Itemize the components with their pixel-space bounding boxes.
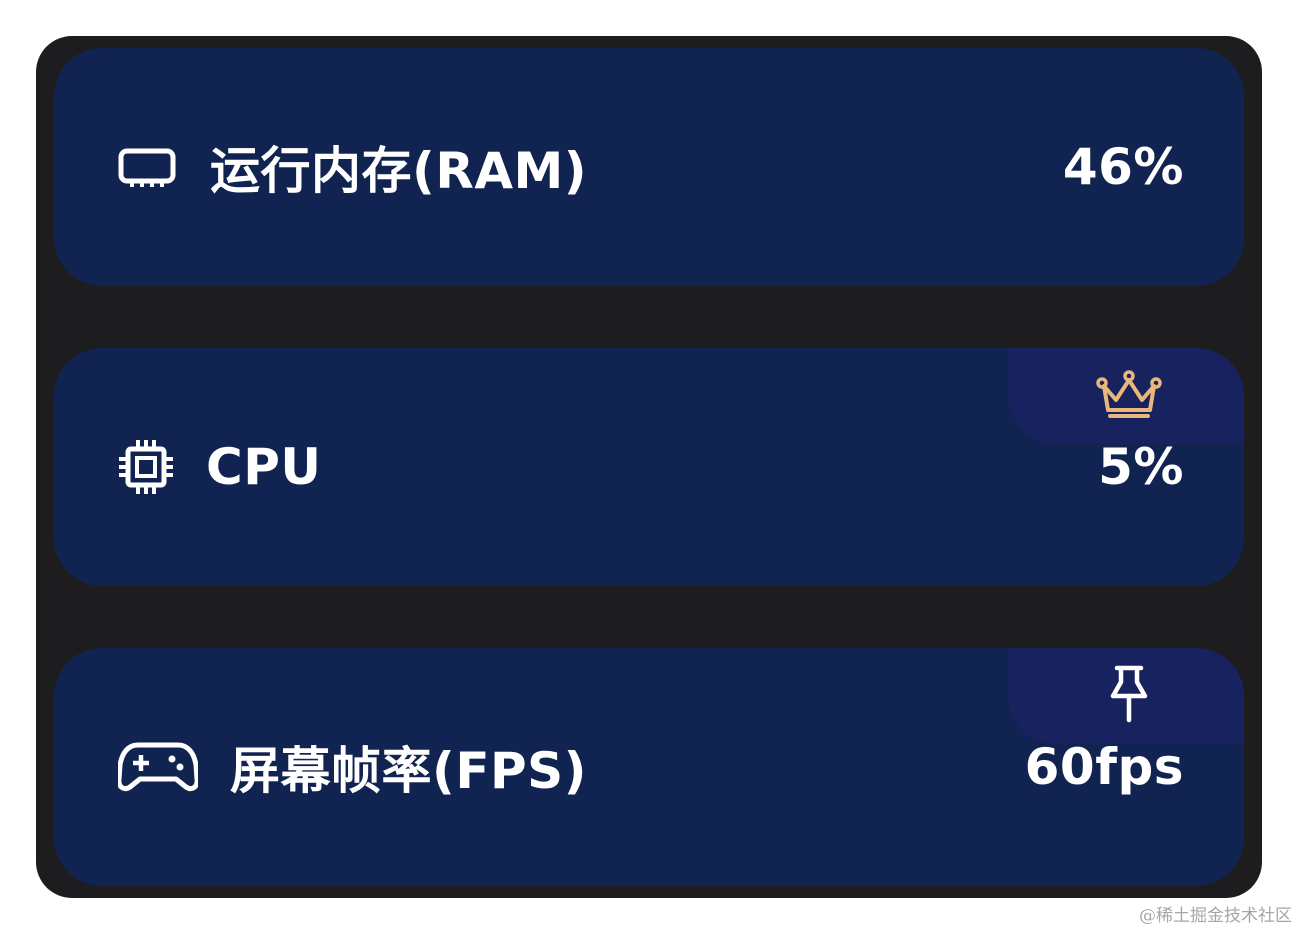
memory-chip-icon <box>118 145 176 189</box>
cpu-value: 5% <box>1098 438 1184 496</box>
cpu-badge[interactable] <box>1008 348 1244 444</box>
fps-badge[interactable] <box>1008 648 1244 744</box>
watermark: @稀土掘金技术社区 <box>1139 906 1292 926</box>
fps-value: 60fps <box>1024 738 1184 796</box>
performance-panel: 运行内存(RAM) 46% CPU 5% 屏幕帧率(FPS) 60fps <box>36 36 1262 898</box>
cpu-card[interactable]: CPU 5% <box>54 348 1244 586</box>
ram-value: 46% <box>1062 138 1184 196</box>
ram-label: 运行内存(RAM) <box>210 142 588 200</box>
fps-card[interactable]: 屏幕帧率(FPS) 60fps <box>54 648 1244 886</box>
gamepad-icon <box>118 741 198 793</box>
crown-icon <box>1096 370 1162 422</box>
processor-icon <box>118 439 174 495</box>
fps-label: 屏幕帧率(FPS) <box>230 742 588 800</box>
ram-card[interactable]: 运行内存(RAM) 46% <box>54 48 1244 286</box>
pin-icon <box>1109 664 1149 728</box>
cpu-label: CPU <box>206 438 322 496</box>
